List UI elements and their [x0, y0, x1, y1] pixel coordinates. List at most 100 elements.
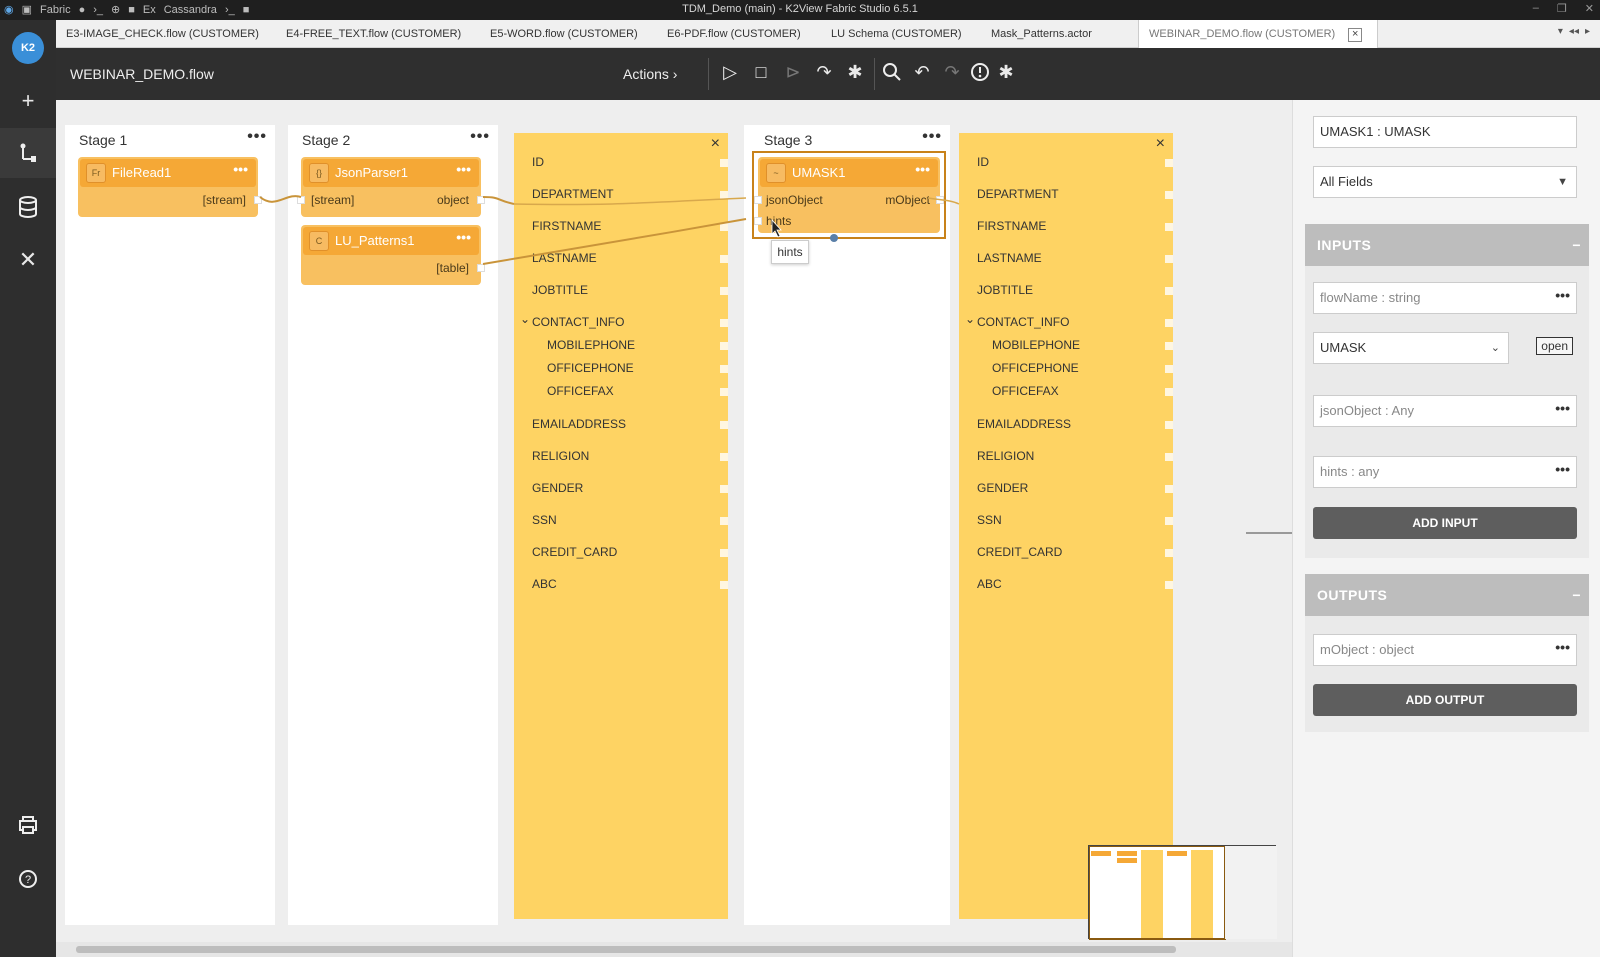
port-out-table[interactable]: [table] [436, 261, 469, 275]
schema-field[interactable]: MOBILEPHONE [992, 338, 1080, 352]
inputs-header[interactable]: INPUTS − [1305, 224, 1589, 266]
schema-field[interactable]: SSN [532, 513, 557, 527]
app-name[interactable]: Fabric [40, 4, 71, 16]
schema-field-port[interactable] [720, 517, 728, 525]
help-icon[interactable]: ? [0, 854, 56, 904]
schema-field-port[interactable] [1165, 287, 1173, 295]
record-icon[interactable]: ● [79, 4, 86, 16]
schema-field-port[interactable] [1165, 517, 1173, 525]
schema-field-port[interactable] [720, 485, 728, 493]
schema-field[interactable]: JOBTITLE [977, 283, 1033, 297]
tab-mask-patterns[interactable]: Mask_Patterns.actor [981, 20, 1102, 48]
flow-icon[interactable] [0, 128, 56, 178]
schema-field[interactable]: ⌄ CONTACT_INFO [520, 312, 624, 329]
minimap[interactable] [1088, 845, 1277, 940]
schema-field-port[interactable] [1165, 159, 1173, 167]
schema-field[interactable]: ABC [977, 577, 1002, 591]
schema-field[interactable]: LASTNAME [532, 251, 597, 265]
collapse-icon[interactable]: − [1572, 574, 1581, 616]
schema-field-port[interactable] [1165, 421, 1173, 429]
undo-icon[interactable]: ↶ [911, 62, 933, 83]
schema-field[interactable]: MOBILEPHONE [547, 338, 635, 352]
port-out-dot[interactable] [477, 264, 485, 272]
globe-icon[interactable]: ⊕ [111, 3, 120, 16]
chevron-down-icon[interactable]: ⌄ [965, 312, 975, 326]
schema-field-port[interactable] [720, 255, 728, 263]
actor-title-field[interactable]: UMASK1 : UMASK [1313, 116, 1577, 148]
schema-close-icon[interactable]: × [711, 135, 720, 153]
step-icon[interactable]: ⊳ [782, 62, 804, 83]
step-over-icon[interactable]: ↷ [813, 62, 835, 83]
schema-field-port[interactable] [720, 549, 728, 557]
schema-field[interactable]: GENDER [532, 481, 583, 495]
schema-field-port[interactable] [1165, 388, 1173, 396]
schema-field[interactable]: GENDER [977, 481, 1028, 495]
run-icon[interactable]: ▷ [719, 62, 741, 83]
more-icon[interactable]: ••• [1555, 280, 1570, 310]
schema-field[interactable]: JOBTITLE [532, 283, 588, 297]
actor-umask1[interactable]: ~ UMASK1 ••• jsonObject hints mObject [754, 157, 944, 233]
alert-icon[interactable] [969, 62, 991, 87]
debug-icon[interactable]: ✱ [844, 62, 866, 83]
tab-e5-word[interactable]: E5-WORD.flow (CUSTOMER) [480, 20, 648, 48]
port-out-dot[interactable] [936, 196, 944, 204]
asterisk-icon[interactable]: ✱ [995, 62, 1017, 83]
close-icon[interactable]: ✕ [1585, 2, 1594, 15]
exec-icon[interactable]: Ex [143, 4, 156, 16]
tab-close-icon[interactable]: × [1348, 28, 1363, 42]
stage-1[interactable]: Stage 1 ••• Fr FileRead1 ••• [stream] [65, 125, 275, 925]
schema-field-port[interactable] [720, 159, 728, 167]
schema-field[interactable]: SSN [977, 513, 1002, 527]
more-icon[interactable]: ••• [1555, 632, 1570, 662]
schema-field[interactable]: CREDIT_CARD [977, 545, 1062, 559]
add-input-button[interactable]: ADD INPUT [1313, 507, 1577, 539]
schema-close-icon[interactable]: × [1156, 135, 1165, 153]
restore-icon[interactable]: ❐ [1557, 2, 1567, 15]
output-mobject[interactable]: mObject : object ••• [1313, 634, 1577, 666]
schema-field[interactable]: DEPARTMENT [977, 187, 1059, 201]
schema-field[interactable]: RELIGION [977, 449, 1034, 463]
schema-field[interactable]: EMAILADDRESS [532, 417, 626, 431]
port-in-hints[interactable]: hints [766, 214, 791, 228]
actor-menu[interactable]: ••• [915, 161, 930, 177]
schema-field-port[interactable] [720, 365, 728, 373]
outputs-header[interactable]: OUTPUTS − [1305, 574, 1589, 616]
schema-field[interactable]: DEPARTMENT [532, 187, 614, 201]
schema-field-port[interactable] [720, 342, 728, 350]
minimize-icon[interactable]: – [1533, 2, 1539, 15]
scrollbar-thumb[interactable] [76, 946, 1176, 953]
redo-icon[interactable]: ↷ [941, 62, 963, 83]
actor-menu[interactable]: ••• [456, 161, 471, 177]
schema-field-port[interactable] [1165, 223, 1173, 231]
schema-field[interactable]: CREDIT_CARD [532, 545, 617, 559]
schema-field-port[interactable] [720, 453, 728, 461]
database-icon[interactable] [0, 182, 56, 232]
printer-icon[interactable] [0, 800, 56, 850]
schema-field[interactable]: LASTNAME [977, 251, 1042, 265]
schema-field-port[interactable] [720, 581, 728, 589]
schema-field-port[interactable] [1165, 549, 1173, 557]
actor-menu[interactable]: ••• [233, 161, 248, 177]
more-icon[interactable]: ••• [1555, 393, 1570, 423]
schema-field[interactable]: ID [532, 155, 544, 169]
flow-select[interactable]: UMASK ⌄ [1313, 332, 1509, 364]
port-out-object[interactable]: object [437, 193, 469, 207]
port-in-dot-2[interactable] [754, 217, 762, 225]
schema-panel-1[interactable]: × ID DEPARTMENT FIRSTNAME LASTNAME JOBTITLE ⌄… [514, 133, 728, 919]
schema-field[interactable]: ID [977, 155, 989, 169]
db-name[interactable]: Cassandra [164, 4, 217, 16]
schema-field-port[interactable] [1165, 453, 1173, 461]
stop-icon[interactable]: □ [750, 62, 772, 83]
schema-field-port[interactable] [720, 287, 728, 295]
port-in-dot[interactable] [754, 196, 762, 204]
schema-field[interactable]: OFFICEPHONE [992, 361, 1079, 375]
schema-field[interactable]: OFFICEFAX [992, 384, 1059, 398]
schema-field[interactable]: FIRSTNAME [977, 219, 1046, 233]
schema-field-port[interactable] [720, 319, 728, 327]
input-jsonobject[interactable]: jsonObject : Any ••• [1313, 395, 1577, 427]
schema-field-port[interactable] [720, 421, 728, 429]
stage-2-menu[interactable]: ••• [470, 128, 490, 146]
more-icon[interactable]: ••• [1555, 454, 1570, 484]
tab-webinar-demo[interactable]: WEBINAR_DEMO.flow (CUSTOMER) × [1138, 20, 1378, 48]
tab-list-icon[interactable]: ▾ [1558, 26, 1563, 37]
